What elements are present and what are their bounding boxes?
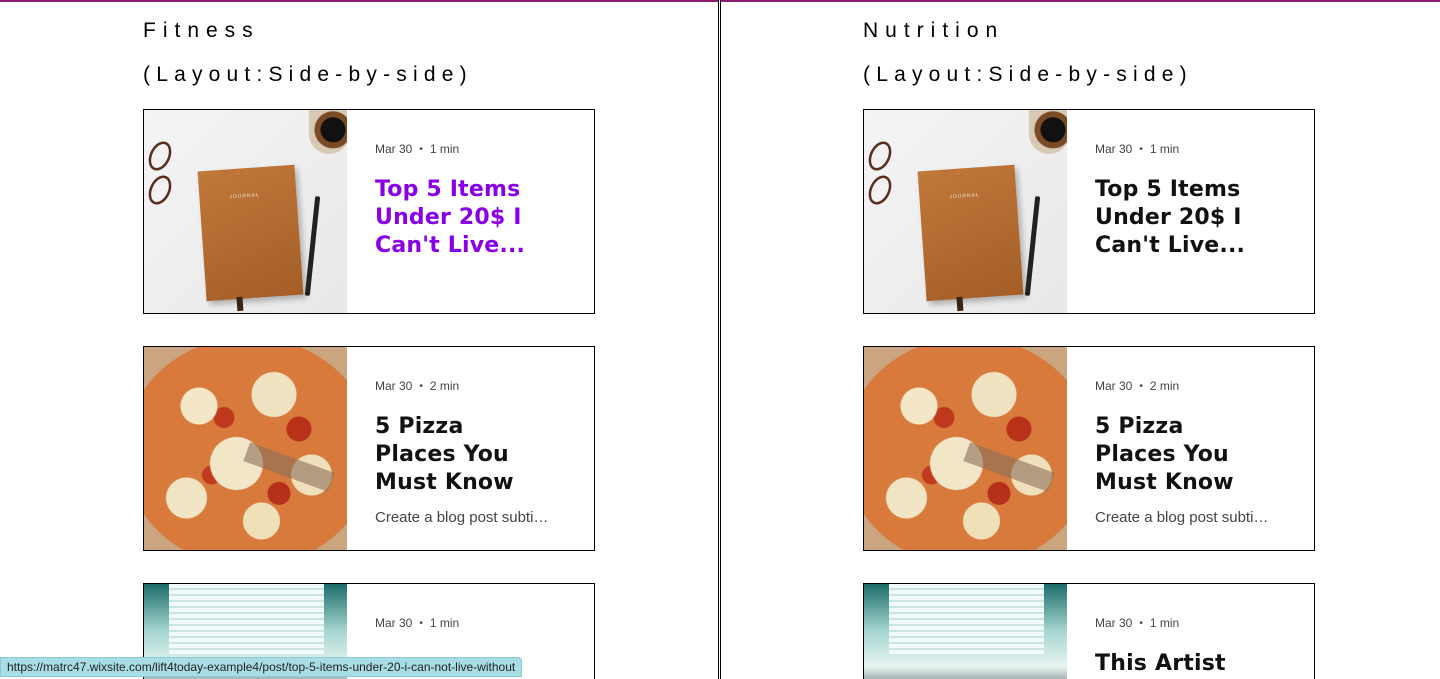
read-time: 1 min [429,616,460,630]
journal-photo[interactable]: JOURNAL [144,110,347,313]
layout-note: (Layout:Side-by-side) [143,63,473,86]
post-date: Mar 30 [1095,142,1133,156]
post-meta: Mar 30 • 2 min [375,379,574,393]
post-date: Mar 30 [1095,379,1133,393]
meta-separator: • [1139,617,1143,629]
meta-separator: • [419,143,423,155]
post-meta: Mar 30 • 2 min [1095,379,1294,393]
post-meta: Mar 30 • 1 min [1095,142,1294,156]
meta-separator: • [1139,380,1143,392]
post-title-link[interactable]: 5 Pizza Places You Must Know [375,413,550,497]
post-title-link[interactable]: 5 Pizza Places You Must Know [1095,413,1270,497]
read-time: 1 min [1149,142,1180,156]
read-time: 2 min [1149,379,1180,393]
link-status-bar: https://matrc47.wixsite.com/lift4today-e… [0,657,523,677]
post-meta: Mar 30 • 1 min [375,616,574,630]
post-date: Mar 30 [1095,616,1133,630]
layout-note: (Layout:Side-by-side) [863,63,1193,86]
post-title-link[interactable]: Top 5 Items Under 20$ I Can't Live... [1095,176,1270,260]
post-date: Mar 30 [375,379,413,393]
pizza-photo[interactable] [144,347,347,550]
read-time: 1 min [1149,616,1180,630]
post-card[interactable]: Mar 30 • 2 min 5 Pizza Places You Must K… [143,346,595,551]
meta-separator: • [419,380,423,392]
post-meta: Mar 30 • 1 min [375,142,574,156]
post-card[interactable]: Mar 30 • 2 min 5 Pizza Places You Must K… [863,346,1315,551]
post-excerpt: Create a blog post subti… [1095,509,1269,526]
meta-separator: • [419,617,423,629]
meta-separator: • [1139,143,1143,155]
post-card[interactable]: JOURNAL Mar 30 • 1 min Top 5 Items Under… [863,109,1315,314]
post-date: Mar 30 [375,616,413,630]
column-title: Nutrition [863,19,1005,42]
glasses-icon [868,141,892,205]
concert-photo[interactable] [864,584,1067,679]
post-card[interactable]: JOURNAL Mar 30 • 1 min Top 5 Items Under… [143,109,595,314]
journal-photo[interactable]: JOURNAL [864,110,1067,313]
post-date: Mar 30 [375,142,413,156]
post-excerpt: Create a blog post subti… [375,509,549,526]
column-title: Fitness [143,19,260,42]
read-time: 1 min [429,142,460,156]
glasses-icon [148,141,172,205]
post-meta: Mar 30 • 1 min [1095,616,1294,630]
post-title-link[interactable]: This Artist Will [1095,650,1270,679]
post-title-link[interactable]: Top 5 Items Under 20$ I Can't Live... [375,176,550,260]
pizza-photo[interactable] [864,347,1067,550]
post-card[interactable]: Mar 30 • 1 min This Artist Will [863,583,1315,679]
read-time: 2 min [429,379,460,393]
column-divider [718,0,721,679]
